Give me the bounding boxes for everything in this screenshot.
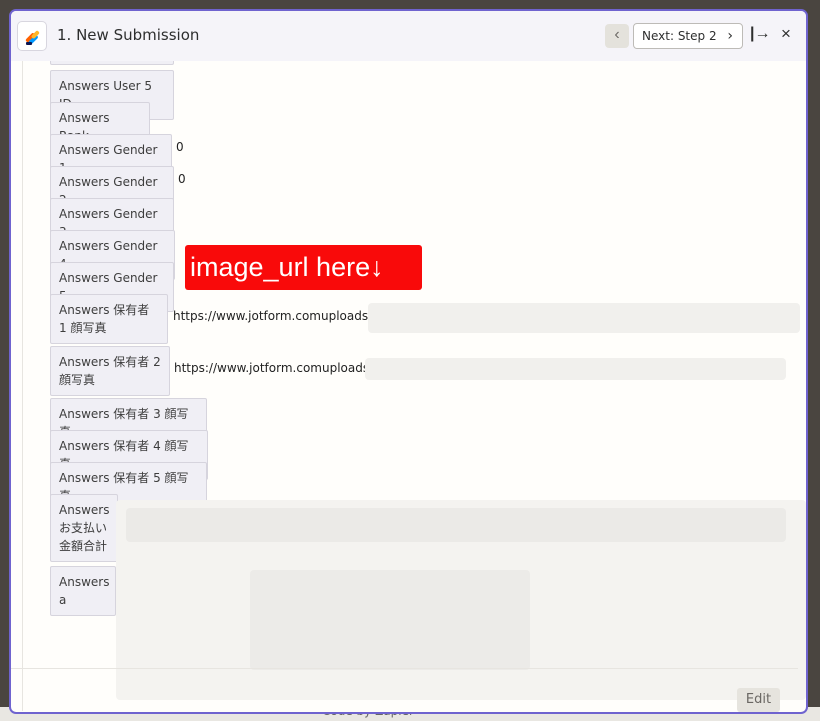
field-value: 0 <box>178 172 186 186</box>
field-label: Answers お支払い 金額合計 <box>50 494 118 562</box>
footer-divider <box>11 668 798 669</box>
close-icon[interactable]: × <box>781 24 791 44</box>
jotform-app-icon <box>17 21 47 51</box>
redacted-value <box>368 303 800 333</box>
image-url-annotation: image_url here↓ <box>185 245 422 290</box>
redacted-value <box>365 358 786 380</box>
field-label: Answers 保有者 1 顔写真 <box>50 294 168 344</box>
field-label: Answers 保有者 2 顔写真 <box>50 346 170 396</box>
modal-header: 1. New Submission ‹ Next: Step 2 › |→ × <box>11 11 806 61</box>
expand-panel-icon[interactable]: |→ <box>750 25 770 43</box>
field-value: 0 <box>176 140 184 154</box>
edit-button[interactable]: Edit <box>737 688 780 712</box>
next-step-button[interactable]: Next: Step 2 › <box>633 23 743 49</box>
chevron-left-icon: ‹ <box>614 26 620 43</box>
image-url-value: https://www.jotform.comuploads/y <box>173 309 380 323</box>
chevron-right-icon: › <box>727 28 733 44</box>
redacted-value <box>126 508 786 542</box>
step-title: 1. New Submission <box>57 26 200 44</box>
field-label-cut-off <box>50 61 174 65</box>
image-url-value: https://www.jotform.comuploads/ <box>174 361 374 375</box>
next-step-label: Next: Step 2 <box>642 29 717 43</box>
redacted-value <box>250 570 530 670</box>
field-label: Answers a <box>50 566 116 616</box>
previous-step-button[interactable]: ‹ <box>605 24 629 48</box>
